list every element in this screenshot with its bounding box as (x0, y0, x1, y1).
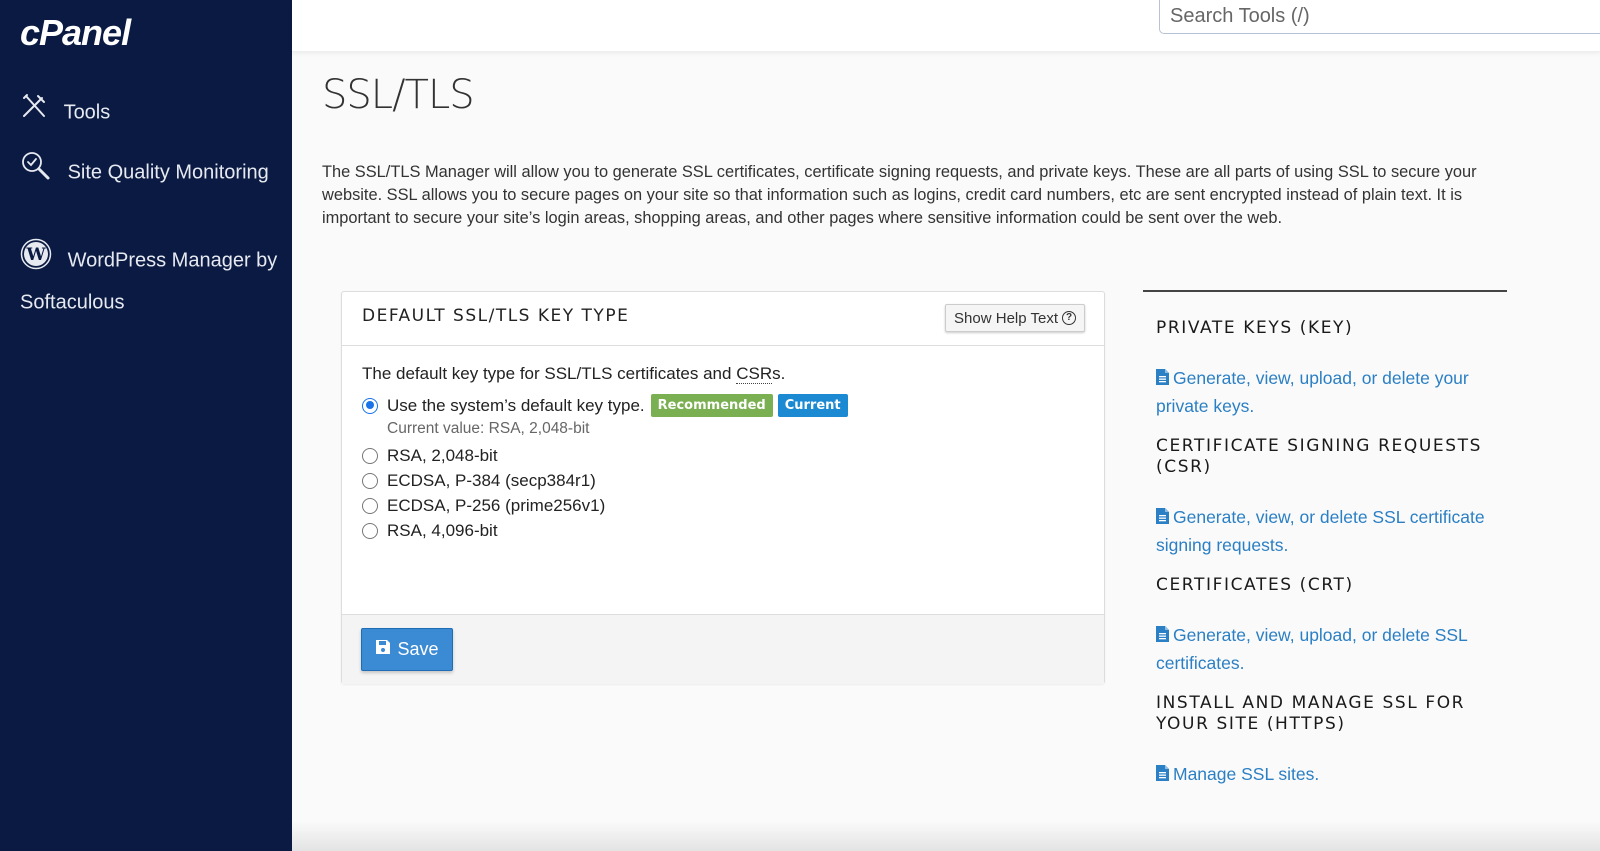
key-type-option-rsa-2048[interactable]: RSA, 2,048-bit (362, 443, 1084, 468)
section-title: PRIVATE KEYS (KEY) (1156, 318, 1354, 338)
sidebar-item-tools[interactable]: Tools (20, 92, 110, 133)
key-type-option-rsa-4096[interactable]: RSA, 4,096-bit (362, 518, 1084, 543)
show-help-text-button[interactable]: Show Help Text ? (945, 304, 1085, 332)
tools-icon (20, 92, 48, 133)
key-type-option-ecdsa-p384[interactable]: ECDSA, P-384 (secp384r1) (362, 468, 1084, 493)
radio-button[interactable] (362, 497, 378, 514)
radio-button[interactable] (362, 447, 378, 464)
link-text: Manage SSL sites. (1173, 764, 1320, 784)
section-title: CERTIFICATES (CRT) (1156, 575, 1354, 595)
page-title: SSL/TLS (322, 72, 475, 118)
radio-button-checked[interactable] (362, 397, 378, 414)
sidebar-item-label: Site Quality Monitoring (67, 161, 269, 184)
key-type-intro: The default key type for SSL/TLS certifi… (362, 364, 1084, 384)
wordpress-icon: W (20, 238, 52, 283)
link-text: Generate, view, or delete SSL certificat… (1156, 507, 1485, 555)
csr-link[interactable]: Generate, view, or delete SSL certificat… (1156, 504, 1507, 559)
help-button-label: Show Help Text (954, 309, 1058, 327)
bottom-shadow (292, 821, 1600, 851)
csr-abbreviation[interactable]: CSR (736, 364, 773, 384)
file-icon (1156, 623, 1169, 650)
panel-title: DEFAULT SSL/TLS KEY TYPE (362, 306, 630, 326)
question-circle-icon: ? (1062, 311, 1076, 325)
option-label: Use the system’s default key type. (387, 395, 645, 415)
page-description: The SSL/TLS Manager will allow you to ge… (322, 163, 1477, 227)
file-icon (1156, 762, 1169, 789)
sidebar-item-site-quality-monitoring[interactable]: Site Quality Monitoring (20, 150, 280, 195)
key-type-option-ecdsa-p256[interactable]: ECDSA, P-256 (prime256v1) (362, 493, 1084, 518)
section-install-manage-ssl: INSTALL AND MANAGE SSL FOR YOUR SITE (HT… (1143, 693, 1507, 789)
option-label: ECDSA, P-256 (prime256v1) (387, 495, 606, 515)
divider (1143, 290, 1507, 292)
file-icon (1156, 366, 1169, 393)
option-label: RSA, 4,096-bit (387, 520, 498, 540)
certificates-link[interactable]: Generate, view, upload, or delete SSL ce… (1156, 622, 1507, 677)
radio-button[interactable] (362, 522, 378, 539)
file-icon (1156, 505, 1169, 532)
sidebar-item-label: Tools (63, 101, 111, 124)
key-type-option-system-default[interactable]: Use the system’s default key type. Recom… (362, 393, 1084, 418)
panel-footer: Save (342, 614, 1104, 684)
section-private-keys: PRIVATE KEYS (KEY) Generate, view, uploa… (1143, 318, 1507, 420)
recommended-badge: Recommended (650, 394, 773, 417)
intro-suffix: s. (772, 364, 786, 383)
save-button[interactable]: Save (361, 628, 453, 671)
section-title: INSTALL AND MANAGE SSL FOR YOUR SITE (HT… (1156, 693, 1466, 734)
sidebar-item-wordpress-manager[interactable]: W WordPress Manager by Softaculous (20, 238, 280, 322)
sidebar-item-label: WordPress Manager by Softaculous (20, 249, 278, 314)
magnifier-check-icon (20, 150, 52, 195)
section-certificates: CERTIFICATES (CRT) Generate, view, uploa… (1143, 575, 1507, 677)
section-title: CERTIFICATE SIGNING REQUESTS (CSR) (1156, 436, 1482, 477)
intro-text: The default key type for SSL/TLS certifi… (362, 364, 737, 383)
save-label: Save (397, 639, 439, 659)
section-csr: CERTIFICATE SIGNING REQUESTS (CSR) Gener… (1143, 436, 1507, 559)
sidebar: cPanel Tools Site Quality Monitoring W W… (0, 0, 292, 851)
floppy-disk-icon (375, 639, 391, 660)
private-keys-link[interactable]: Generate, view, upload, or delete your p… (1156, 365, 1507, 420)
cpanel-logo[interactable]: cPanel (20, 12, 131, 54)
current-value-text: Current value: RSA, 2,048-bit (387, 420, 590, 437)
current-badge: Current (777, 394, 848, 417)
link-text: Generate, view, upload, or delete SSL ce… (1156, 625, 1468, 673)
svg-text:W: W (25, 245, 46, 265)
manage-ssl-sites-link[interactable]: Manage SSL sites. (1156, 761, 1507, 789)
option-label: ECDSA, P-384 (secp384r1) (387, 470, 596, 490)
link-text: Generate, view, upload, or delete your p… (1156, 368, 1469, 416)
radio-button[interactable] (362, 472, 378, 489)
panel-header: DEFAULT SSL/TLS KEY TYPE Show Help Text … (342, 292, 1104, 346)
search-tools-input[interactable] (1159, 0, 1600, 34)
panel-body: The default key type for SSL/TLS certifi… (342, 346, 1104, 614)
option-label: RSA, 2,048-bit (387, 445, 498, 465)
default-key-type-panel: DEFAULT SSL/TLS KEY TYPE Show Help Text … (341, 291, 1105, 684)
ssl-sections-column: PRIVATE KEYS (KEY) Generate, view, uploa… (1143, 290, 1507, 805)
